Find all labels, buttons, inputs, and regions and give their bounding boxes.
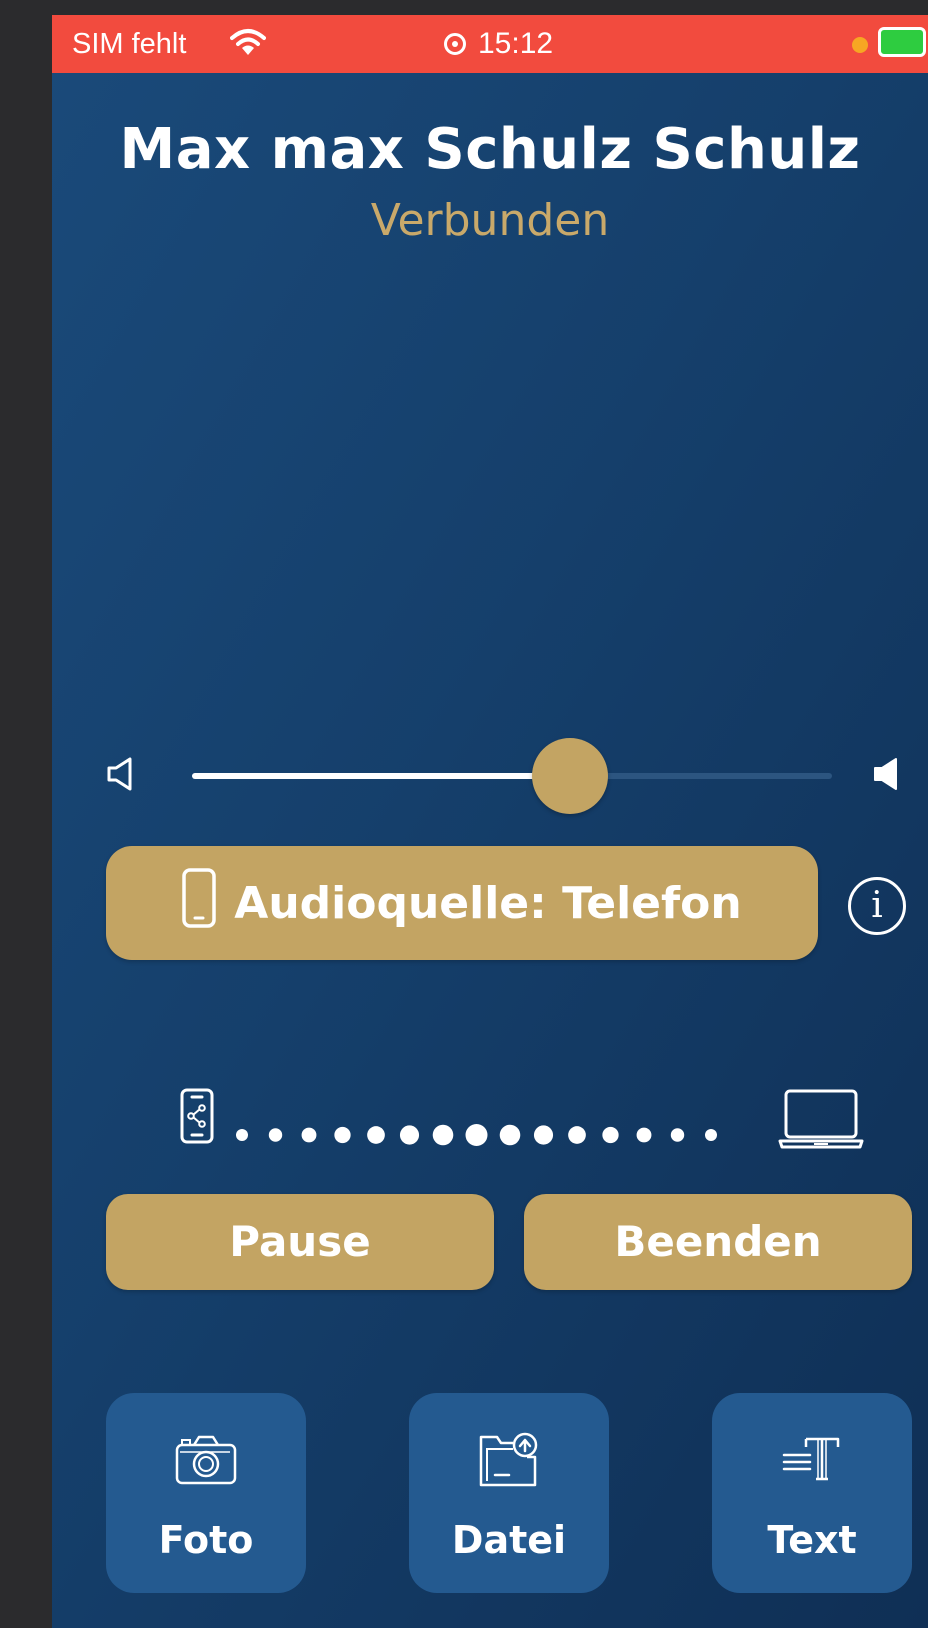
status-bar: SIM fehlt 15:12 xyxy=(52,15,928,73)
volume-track-fill xyxy=(192,773,570,779)
wifi-icon xyxy=(230,28,266,63)
laptop-icon xyxy=(778,1088,864,1154)
phone-share-icon xyxy=(180,1088,214,1148)
connection-dot xyxy=(636,1127,652,1143)
speaker-low-icon xyxy=(106,756,136,796)
status-time: 15:12 xyxy=(444,27,553,61)
connection-dot xyxy=(268,1128,283,1142)
privacy-indicator-dot xyxy=(852,37,868,53)
share-photo-label: Foto xyxy=(158,1518,254,1562)
text-icon xyxy=(782,1437,840,1481)
connection-dot xyxy=(465,1124,488,1146)
connection-dot xyxy=(705,1129,717,1141)
volume-track[interactable] xyxy=(192,773,832,779)
volume-slider[interactable] xyxy=(192,737,882,817)
call-status: Verbunden xyxy=(370,195,610,246)
audio-source-label: Audioquelle: Telefon xyxy=(234,877,742,929)
connection-dot xyxy=(533,1125,554,1145)
end-call-button[interactable]: Beenden xyxy=(524,1194,912,1290)
connection-dot xyxy=(399,1125,420,1145)
recording-clock-icon xyxy=(444,33,466,55)
caller-name: Max max Schulz Schulz xyxy=(119,117,861,182)
connection-dot xyxy=(602,1126,619,1144)
connection-dot xyxy=(568,1126,586,1144)
connection-dot xyxy=(334,1126,351,1144)
connection-dot xyxy=(670,1128,685,1142)
battery-icon xyxy=(878,27,926,57)
camera-icon xyxy=(175,1435,237,1485)
carrier-label: SIM fehlt xyxy=(72,28,187,60)
audio-source-button[interactable]: Audioquelle: Telefon xyxy=(106,846,818,960)
file-upload-icon xyxy=(479,1432,538,1487)
speaker-high-icon xyxy=(872,756,902,796)
time-label: 15:12 xyxy=(478,27,554,60)
connection-dot xyxy=(432,1124,454,1146)
share-text-label: Text xyxy=(767,1518,857,1562)
connection-dots-graphic xyxy=(236,1124,717,1146)
connection-dot xyxy=(499,1124,521,1146)
share-text-button[interactable]: Text xyxy=(712,1393,912,1593)
share-file-label: Datei xyxy=(451,1518,567,1562)
call-screen: SIM fehlt 15:12 Max max Schulz Schulz Ve… xyxy=(52,15,928,1628)
connection-dots xyxy=(234,1115,754,1159)
volume-thumb[interactable] xyxy=(531,738,608,814)
phone-icon xyxy=(182,867,217,939)
connection-dot xyxy=(367,1126,385,1144)
connection-dot xyxy=(236,1129,248,1141)
connection-dot xyxy=(301,1127,317,1143)
share-file-button[interactable]: Datei xyxy=(409,1393,609,1593)
info-icon[interactable]: i xyxy=(848,877,906,935)
share-photo-button[interactable]: Foto xyxy=(106,1393,306,1593)
pause-button[interactable]: Pause xyxy=(106,1194,494,1290)
